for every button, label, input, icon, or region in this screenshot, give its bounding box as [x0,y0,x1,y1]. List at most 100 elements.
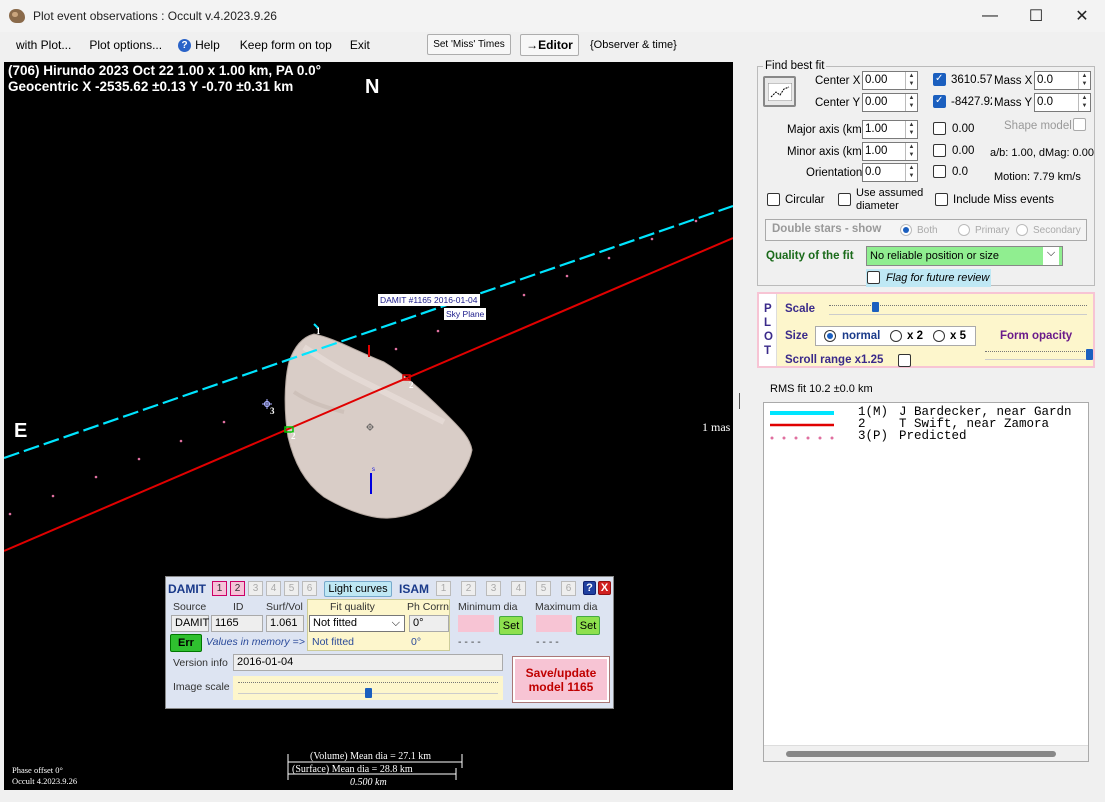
minor-axis-input[interactable]: 1.00 ▲ ▼ [862,142,918,161]
damit-model-5[interactable]: 5 [284,581,299,596]
save-update-model-button[interactable]: Save/update model 1165 [512,656,610,703]
use-assumed-diameter-checkbox[interactable] [838,193,851,206]
menu-exit[interactable]: Exit [350,38,370,52]
rms-fit-label: RMS fit 10.2 ±0.0 km [770,383,873,395]
max-dia-set-button[interactable]: Set [576,616,600,635]
menu-help[interactable]: ? Help [178,38,220,52]
size-normal-label: normal [842,330,881,342]
center-y-checkbox[interactable] [933,95,946,108]
image-scale-label: Image scale [173,681,230,693]
menu-plot-options[interactable]: Plot options... [89,38,162,52]
id-field: 1165 [211,615,263,632]
min-dia-set-button[interactable]: Set [499,616,523,635]
observer-time-label[interactable]: {Observer & time} [590,39,677,51]
damit-model-6[interactable]: 6 [302,581,317,596]
mass-y-value: 0.0 [1037,96,1053,108]
scale-thumb[interactable] [872,302,879,312]
form-opacity-thumb[interactable] [1086,349,1093,360]
spinner-icon[interactable]: ▲ ▼ [905,94,917,111]
min-dia-field[interactable] [458,615,494,632]
light-curves-button[interactable]: Light curves [324,581,392,597]
phcorr-field: 0° [409,615,449,632]
spinner-icon[interactable]: ▲ ▼ [905,164,917,181]
y-value: -8427.92 [951,96,992,108]
spinner-icon[interactable]: ▲ ▼ [905,143,917,160]
quality-select[interactable]: No reliable position or size ⌵ [866,246,1063,266]
minor-axis-value: 1.00 [865,145,888,157]
image-scale-slider[interactable] [233,676,503,700]
menu-keep-on-top[interactable]: Keep form on top [240,38,332,52]
damit-close-button[interactable]: X [598,581,611,595]
max-dia-field[interactable] [536,615,572,632]
center-x-checkbox[interactable] [933,73,946,86]
minor-axis-checkbox[interactable] [933,144,946,157]
size-x2-radio[interactable] [890,330,902,342]
err-button[interactable]: Err [170,634,202,652]
legend-scroll-thumb[interactable] [786,751,1056,757]
set-miss-times-button[interactable]: Set 'Miss' Times [427,34,511,55]
isam-model-5[interactable]: 5 [536,581,551,596]
menu-with-plot[interactable]: with Plot... [16,38,71,52]
center-y-input[interactable]: 0.00 ▲ ▼ [862,93,918,112]
isam-model-4[interactable]: 4 [511,581,526,596]
damit-model-4[interactable]: 4 [266,581,281,596]
include-miss-label: Include Miss events [953,194,1054,206]
center-x-input[interactable]: 0.00 ▲ ▼ [862,71,918,90]
isam-model-1[interactable]: 1 [436,581,451,596]
damit-model-1[interactable]: 1 [212,581,227,596]
fit-quality-label: Fit quality [330,601,375,613]
isam-model-3[interactable]: 3 [486,581,501,596]
id-label: ID [233,601,244,613]
size-normal-radio[interactable] [824,330,836,342]
close-button[interactable]: ✕ [1059,0,1105,32]
major-axis-checkbox[interactable] [933,122,946,135]
editor-button[interactable]: →Editor [520,34,579,56]
mass-y-input[interactable]: 0.0 ▲ ▼ [1034,93,1091,112]
shape-model-checkbox[interactable] [1073,118,1086,131]
scale-slider[interactable] [825,300,1091,322]
form-opacity-slider[interactable] [981,347,1093,365]
mass-x-input[interactable]: 0.0 ▲ ▼ [1034,71,1091,90]
isam-model-2[interactable]: 2 [461,581,476,596]
spinner-icon[interactable]: ▲ ▼ [905,121,917,138]
fit-quality-select[interactable]: Not fitted ⌵ [309,615,405,632]
spinner-icon[interactable]: ▲ ▼ [1078,72,1090,89]
damit-model-3[interactable]: 3 [248,581,263,596]
major-axis-input[interactable]: 1.00 ▲ ▼ [862,120,918,139]
north-label: N [365,76,380,98]
damit-image-label: DAMIT #1165 2016-01-04 [378,294,480,306]
circular-label: Circular [785,194,825,206]
mass-x-label: Mass X [994,75,1033,87]
orientation-input[interactable]: 0.0 ▲ ▼ [862,163,918,182]
spinner-icon[interactable]: ▲ ▼ [905,72,917,89]
flag-review-checkbox[interactable] [867,271,880,284]
circular-checkbox[interactable] [767,193,780,206]
scroll-range-checkbox[interactable] [898,354,911,367]
plot-letter-p: P [764,303,772,315]
help-icon: ? [178,38,192,52]
minor-axis-label: Minor axis (km) [787,146,866,158]
spinner-icon[interactable]: ▲ ▼ [1078,94,1090,111]
splitter[interactable] [739,393,740,409]
maximize-button[interactable]: ☐ [1013,0,1059,32]
secondary-radio[interactable] [1016,224,1028,236]
values-in-memory-label: Values in memory => [206,636,305,648]
minimize-button[interactable]: — [967,0,1013,32]
fit-graph-button[interactable] [763,76,796,107]
phcorr-label: Ph Corrn [407,601,450,613]
orientation-check-value: 0.0 [952,166,968,178]
secondary-label: Secondary [1033,225,1081,236]
major-axis-value: 1.00 [865,123,888,135]
primary-radio[interactable] [958,224,970,236]
isam-model-6[interactable]: 6 [561,581,576,596]
both-radio[interactable] [900,224,912,236]
damit-model-2[interactable]: 2 [230,581,245,596]
image-scale-thumb[interactable] [365,688,372,698]
size-x5-radio[interactable] [933,330,945,342]
orientation-checkbox[interactable] [933,165,946,178]
legend-hscrollbar[interactable] [764,745,1088,761]
major-axis-label: Major axis (km) [787,124,866,136]
damit-help-button[interactable]: ? [583,581,596,595]
x-value: 3610.57 [951,74,992,86]
include-miss-checkbox[interactable] [935,193,948,206]
